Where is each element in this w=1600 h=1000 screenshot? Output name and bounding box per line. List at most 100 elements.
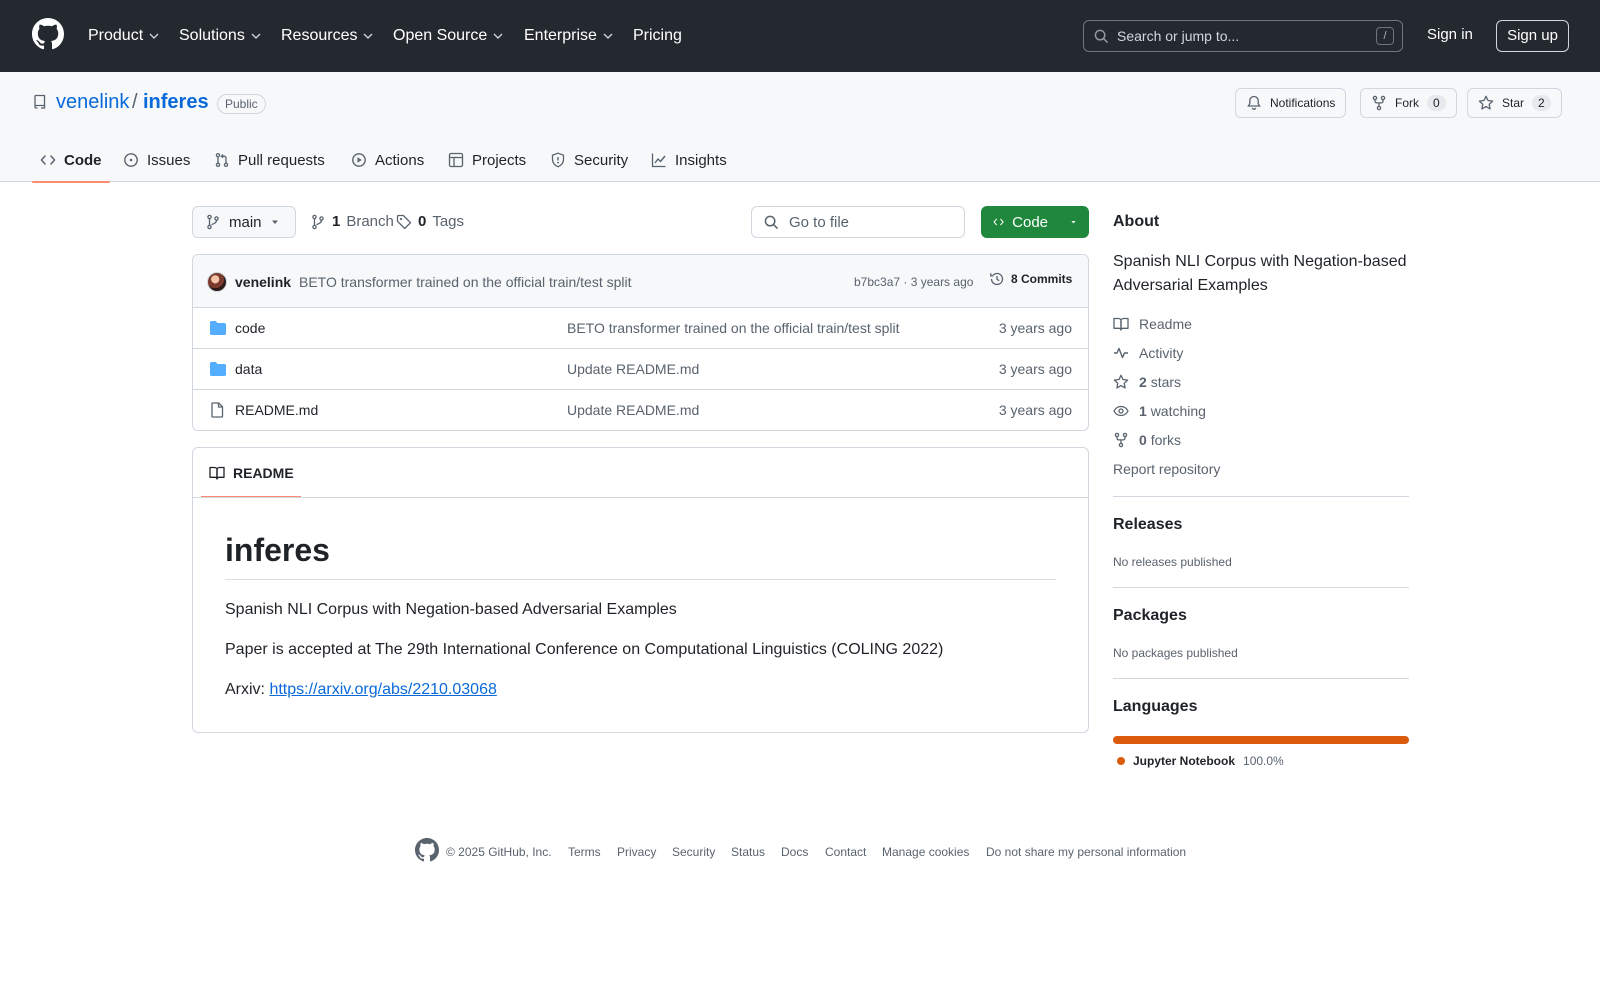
file-commit-message[interactable]: Update README.md bbox=[567, 361, 699, 377]
file-commit-message[interactable]: BETO transformer trained on the official… bbox=[567, 320, 900, 336]
repo-owner-link[interactable]: venelink bbox=[56, 91, 129, 114]
file-name-link[interactable]: data bbox=[235, 361, 262, 377]
commits-history-link[interactable]: 8 Commits bbox=[989, 271, 1072, 287]
star-button[interactable]: Star 2 bbox=[1467, 88, 1562, 118]
nav-product-label: Product bbox=[88, 27, 144, 44]
arxiv-link[interactable]: https://arxiv.org/abs/2210.03068 bbox=[269, 681, 496, 698]
report-repository-link[interactable]: Report repository bbox=[1113, 461, 1220, 477]
sign-in-link[interactable]: Sign in bbox=[1427, 26, 1473, 43]
file-name-link[interactable]: code bbox=[235, 320, 265, 336]
github-logo-icon[interactable] bbox=[415, 838, 439, 862]
nav-enterprise[interactable]: Enterprise bbox=[524, 24, 613, 48]
readme-link[interactable]: Readme bbox=[1113, 316, 1192, 332]
footer-link-contact[interactable]: Contact bbox=[825, 845, 866, 859]
go-to-file-input[interactable]: Go to file bbox=[751, 206, 965, 238]
about-heading: About bbox=[1113, 213, 1160, 230]
fork-icon bbox=[1372, 95, 1386, 111]
language-bar bbox=[1113, 736, 1409, 744]
footer-link-manage-cookies[interactable]: Manage cookies bbox=[882, 845, 969, 859]
watchers-link[interactable]: 1 watching bbox=[1113, 403, 1206, 419]
nav-solutions[interactable]: Solutions bbox=[179, 24, 261, 48]
footer-link-terms[interactable]: Terms bbox=[568, 845, 601, 859]
activity-link[interactable]: Activity bbox=[1113, 345, 1183, 361]
sidebar-divider bbox=[1113, 678, 1409, 679]
tab-insights[interactable]: Insights bbox=[643, 138, 735, 182]
forks-count: 0 bbox=[1139, 432, 1147, 448]
commit-author-link[interactable]: venelink bbox=[235, 274, 291, 290]
commit-message-link[interactable]: BETO transformer trained on the official… bbox=[299, 274, 632, 290]
eye-icon bbox=[1113, 405, 1129, 417]
code-icon bbox=[40, 155, 56, 165]
nav-open-source[interactable]: Open Source bbox=[393, 24, 503, 48]
forks-label: forks bbox=[1150, 432, 1182, 448]
tag-icon bbox=[396, 214, 412, 229]
branches-link[interactable]: 1 Branch bbox=[310, 213, 394, 230]
shield-icon bbox=[551, 152, 565, 168]
file-list: venelink BETO transformer trained on the… bbox=[192, 254, 1089, 431]
branch-selector[interactable]: main bbox=[192, 206, 296, 238]
watching-label: watching bbox=[1150, 403, 1206, 419]
nav-resources[interactable]: Resources bbox=[281, 24, 373, 48]
tab-actions[interactable]: Actions bbox=[343, 138, 432, 182]
language-item[interactable]: Jupyter Notebook 100.0% bbox=[1117, 754, 1284, 768]
search-icon bbox=[764, 215, 779, 229]
readme-tab-label: README bbox=[233, 465, 294, 481]
nav-solutions-label: Solutions bbox=[179, 27, 245, 44]
star-label: Star bbox=[1502, 96, 1525, 110]
repo-name-link[interactable]: inferes bbox=[143, 91, 209, 114]
file-commit-time: 3 years ago bbox=[998, 402, 1072, 418]
nav-product[interactable]: Product bbox=[88, 24, 159, 48]
stars-label: stars bbox=[1150, 374, 1182, 390]
latest-commit-row: venelink BETO transformer trained on the… bbox=[193, 255, 1088, 308]
footer-link-security[interactable]: Security bbox=[672, 845, 715, 859]
avatar[interactable] bbox=[207, 272, 227, 292]
commits-count-label: 8 Commits bbox=[1011, 272, 1073, 286]
stars-count: 2 bbox=[1139, 374, 1147, 390]
tab-code[interactable]: Code bbox=[32, 138, 110, 183]
fork-icon bbox=[1114, 432, 1128, 448]
table-row[interactable]: README.md Update README.md 3 years ago bbox=[193, 390, 1088, 430]
readme-tab[interactable]: README bbox=[201, 448, 301, 498]
file-name-link[interactable]: README.md bbox=[235, 402, 318, 418]
fork-label: Fork bbox=[1395, 96, 1419, 110]
stars-link[interactable]: 2 stars bbox=[1113, 374, 1181, 390]
tab-pull-requests[interactable]: Pull requests bbox=[206, 138, 333, 182]
search-icon bbox=[1094, 29, 1109, 44]
code-dropdown-button[interactable]: Code bbox=[981, 206, 1089, 238]
sign-up-button[interactable]: Sign up bbox=[1496, 20, 1569, 52]
file-commit-message[interactable]: Update README.md bbox=[567, 402, 699, 418]
file-commit-time: 3 years ago bbox=[998, 320, 1072, 336]
forks-link[interactable]: 0 forks bbox=[1113, 432, 1181, 448]
fork-button[interactable]: Fork 0 bbox=[1360, 88, 1457, 118]
readme-title-rule bbox=[225, 579, 1056, 580]
footer-link-status[interactable]: Status bbox=[731, 845, 765, 859]
search-input[interactable]: Search or jump to... / bbox=[1083, 20, 1403, 52]
visibility-badge: Public bbox=[217, 94, 266, 114]
table-row[interactable]: code BETO transformer trained on the off… bbox=[193, 308, 1088, 349]
caret-down-icon bbox=[1071, 220, 1076, 224]
github-logo-icon[interactable] bbox=[32, 18, 64, 50]
packages-heading[interactable]: Packages bbox=[1113, 607, 1187, 625]
footer-link-privacy[interactable]: Privacy bbox=[617, 845, 656, 859]
chevron-down-icon bbox=[493, 33, 503, 39]
tab-projects[interactable]: Projects bbox=[440, 138, 534, 182]
bell-icon bbox=[1247, 95, 1261, 110]
notifications-button[interactable]: Notifications bbox=[1235, 88, 1347, 118]
table-row[interactable]: data Update README.md 3 years ago bbox=[193, 349, 1088, 390]
tab-issues[interactable]: Issues bbox=[115, 138, 198, 182]
footer-link-do-not-share[interactable]: Do not share my personal information bbox=[986, 845, 1186, 859]
tags-link[interactable]: 0 Tags bbox=[396, 213, 464, 230]
branch-count: 1 bbox=[332, 213, 341, 230]
tag-count: 0 bbox=[418, 213, 427, 230]
releases-heading[interactable]: Releases bbox=[1113, 516, 1182, 534]
nav-pricing-label: Pricing bbox=[633, 27, 682, 44]
chevron-down-icon bbox=[251, 33, 261, 39]
tag-count-label: Tags bbox=[432, 213, 465, 230]
tab-security[interactable]: Security bbox=[542, 138, 636, 182]
readme-divider bbox=[193, 497, 1088, 498]
footer-link-docs[interactable]: Docs bbox=[781, 845, 808, 859]
file-commit-time: 3 years ago bbox=[998, 361, 1072, 377]
readme-paragraph: Spanish NLI Corpus with Negation-based A… bbox=[225, 601, 677, 618]
commit-hash[interactable]: b7bc3a7 · 3 years ago bbox=[854, 275, 973, 289]
nav-pricing[interactable]: Pricing bbox=[633, 24, 682, 48]
